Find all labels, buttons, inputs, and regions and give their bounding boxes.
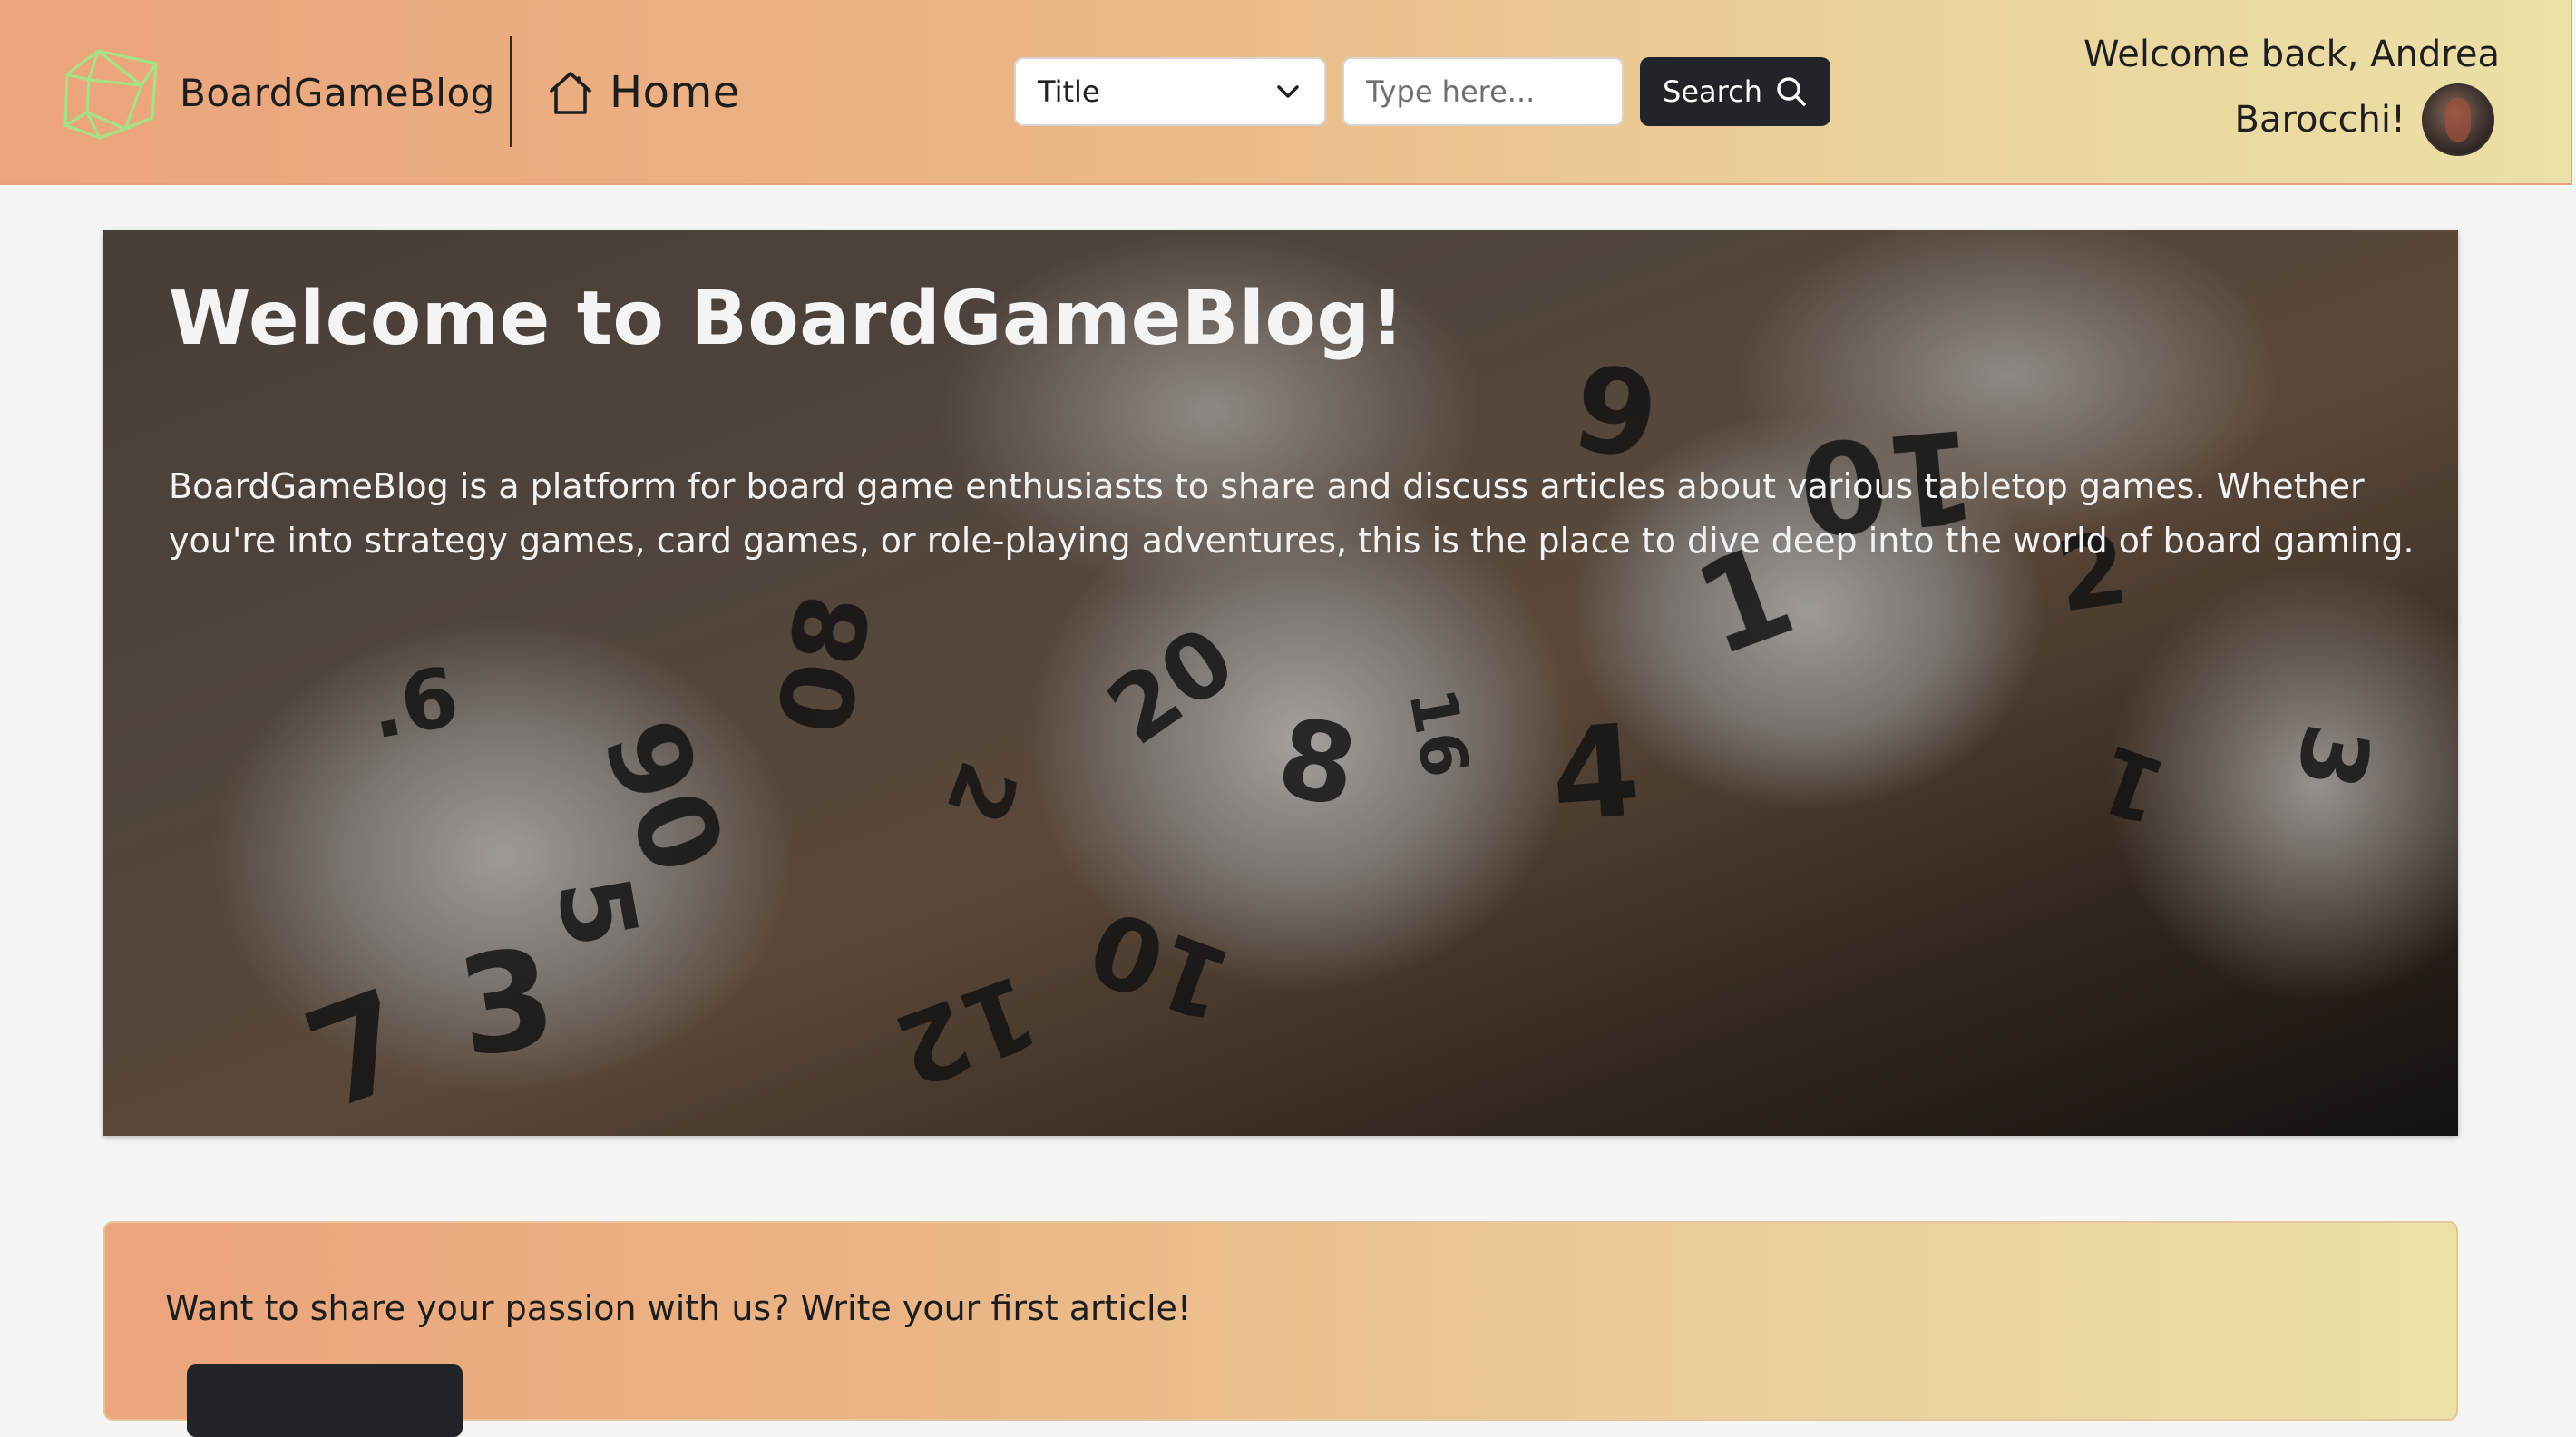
user-avatar[interactable] [2422,83,2494,156]
d20-dice-logo-icon [63,49,158,140]
search-input[interactable] [1342,57,1624,126]
brand-name: BoardGameBlog [180,70,495,115]
house-icon [550,72,591,114]
write-article-button[interactable] [187,1364,463,1437]
home-label: Home [610,67,740,118]
hero-title: Welcome to BoardGameBlog! [169,276,1405,362]
nav-divider [510,36,512,147]
write-article-callout: Want to share your passion with us? Writ… [103,1221,2458,1437]
welcome-line1: Welcome back, Andrea [2083,34,2500,75]
callout-text: Want to share your passion with us? Writ… [165,1288,1192,1328]
brand[interactable]: BoardGameBlog [62,40,495,145]
top-navbar: BoardGameBlog Home Title Search Welcome … [0,0,2572,185]
search-icon [1777,77,1806,106]
home-link[interactable]: Home [548,56,740,129]
user-welcome: Welcome back, Andrea Barocchi! [2028,25,2500,156]
search-filter-select[interactable]: Title [1014,57,1326,126]
hero-overlay [103,230,2458,1136]
welcome-line2: Barocchi! [2234,99,2405,141]
search-button[interactable]: Search [1640,57,1830,126]
chevron-down-icon [1277,85,1299,98]
hero-description: BoardGameBlog is a platform for board ga… [169,466,2415,561]
search-filter-value: Title [1038,74,1100,109]
search-form: Title Search [1014,56,1830,127]
search-button-label: Search [1663,74,1762,109]
hero-banner: 3 7 5 .6 90 08 20 8 2 12 10 16 4 1 6 10 … [103,230,2458,1136]
